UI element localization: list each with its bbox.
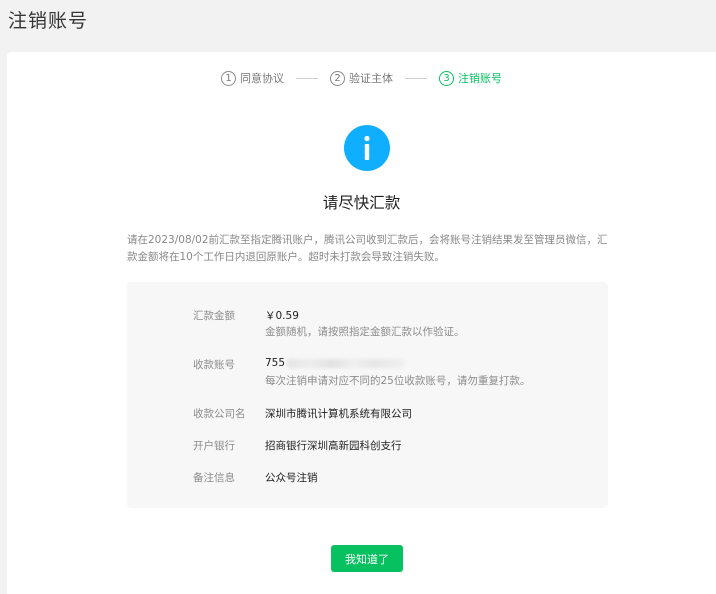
step-divider (296, 77, 318, 79)
step-cancel-account: 3 注销账号 (439, 70, 502, 86)
step-number: 1 (221, 70, 236, 86)
account-prefix: 755 (265, 357, 286, 369)
step-label: 验证主体 (349, 72, 393, 85)
detail-label: 备注信息 (193, 472, 235, 484)
detail-label: 收款公司名 (193, 408, 246, 420)
notice-description: 请在2023/08/02前汇款至指定腾讯账户，腾讯公司收到汇款后，会将账号注销结… (127, 234, 608, 263)
bank-value: 招商银行深圳高新园科创支行 (265, 440, 402, 452)
masked-account-number (287, 358, 406, 368)
page-title: 注销账号 (8, 10, 89, 32)
detail-note: 金额随机，请按照指定金额汇款以作验证。 (265, 326, 465, 338)
step-verify-entity: 2 验证主体 (330, 70, 393, 86)
detail-label: 汇款金额 (193, 310, 235, 322)
step-divider (405, 77, 427, 79)
detail-label: 收款账号 (193, 359, 235, 371)
content-card: 1 同意协议 2 验证主体 3 注销账号 请尽快汇款 请在2023/08/02前… (7, 52, 716, 594)
remittance-details: 汇款金额 ￥0.59 金额随机，请按照指定金额汇款以作验证。 收款账号 755 … (127, 282, 608, 508)
info-icon (344, 125, 390, 171)
company-value: 深圳市腾讯计算机系统有限公司 (265, 408, 412, 420)
step-label: 同意协议 (240, 72, 284, 85)
step-number: 3 (439, 70, 454, 86)
step-label: 注销账号 (458, 72, 502, 85)
confirm-button[interactable]: 我知道了 (331, 545, 403, 572)
amount-value: ￥0.59 (265, 310, 299, 322)
step-indicator: 1 同意协议 2 验证主体 3 注销账号 (7, 70, 716, 86)
step-number: 2 (330, 70, 345, 86)
notice-headline: 请尽快汇款 (322, 194, 401, 212)
step-agree-protocol: 1 同意协议 (221, 70, 284, 86)
remark-value: 公众号注销 (265, 472, 318, 484)
account-value: 755 (265, 357, 406, 369)
detail-note: 每次注销申请对应不同的25位收款账号，请勿重复打款。 (265, 375, 531, 387)
detail-label: 开户银行 (193, 440, 235, 452)
